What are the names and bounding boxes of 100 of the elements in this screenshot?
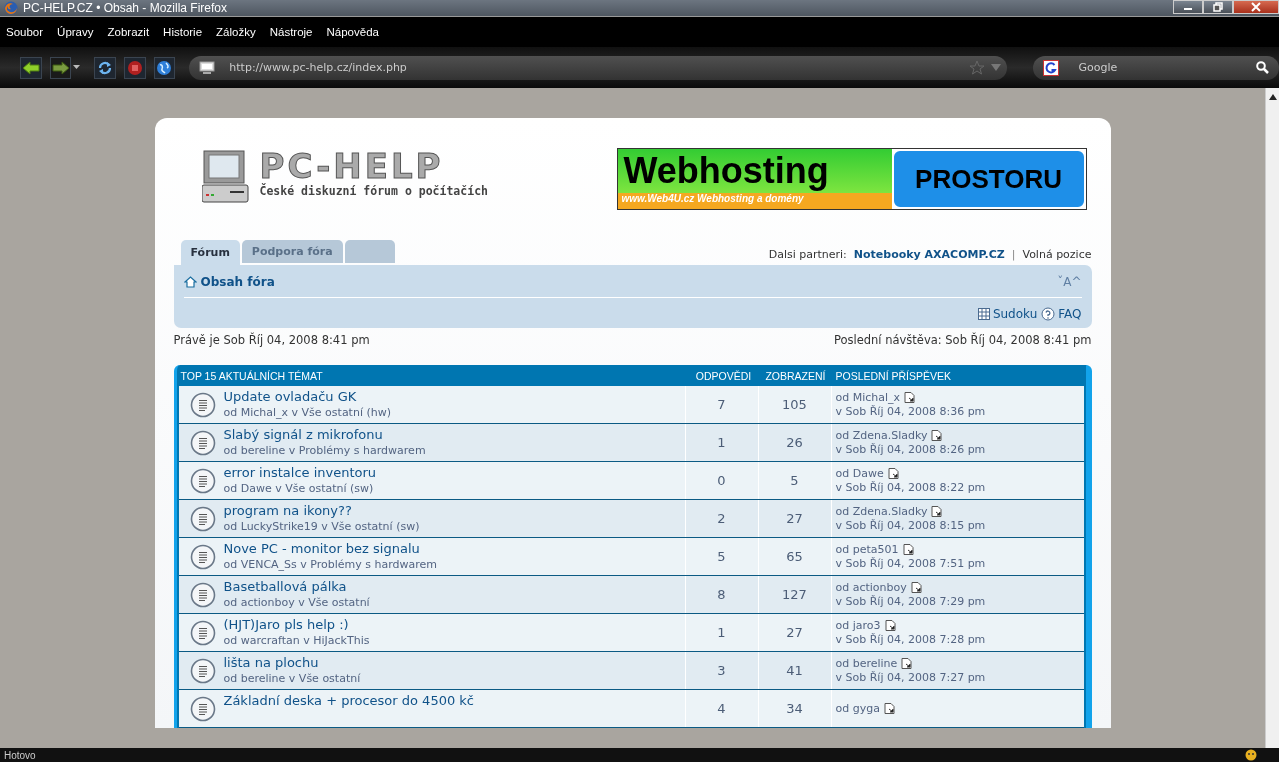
topic-link[interactable]: Slabý signál z mikrofonu <box>223 427 426 443</box>
scroll-up-icon[interactable] <box>1268 94 1277 100</box>
last-post-author: od Zdena.Sladky <box>835 504 928 519</box>
menu-item[interactable]: Úpravy <box>57 26 94 38</box>
topic-link[interactable]: Update ovladaču GK <box>223 389 391 405</box>
advertisement-banner[interactable]: Webhosting www.Web4U.cz Webhosting a domény PROSTORU <box>616 148 1087 210</box>
forward-button[interactable] <box>49 56 72 79</box>
home-icon <box>183 276 197 288</box>
topic-icon <box>189 429 216 456</box>
dropdown-icon[interactable] <box>990 64 1001 71</box>
topic-link[interactable]: Basetballová pálka <box>223 579 370 595</box>
view-post-icon[interactable] <box>931 430 943 441</box>
status-text: Hotovo <box>4 749 36 761</box>
page-icon <box>199 60 216 75</box>
view-post-icon[interactable] <box>884 620 896 631</box>
restore-button[interactable] <box>1203 0 1233 14</box>
scrollbar[interactable] <box>1265 88 1279 748</box>
last-post-time: v Sob Říj 04, 2008 7:29 pm <box>835 594 986 609</box>
table-cell: 65 <box>786 549 803 564</box>
back-button[interactable] <box>20 56 42 79</box>
column-header: POSLEDNÍ PŘÍSPĚVEK <box>834 369 953 382</box>
last-post-author: od Dawe <box>835 466 884 481</box>
table-cell: 41 <box>786 663 803 678</box>
topic-author: od LuckyStrike19 v Vše ostatní (sw) <box>223 519 420 534</box>
last-post-author: od gyga <box>835 701 880 716</box>
topic-author: od warcraftan v HiJackThis <box>223 633 370 648</box>
topic-link[interactable]: lišta na plochu <box>223 655 361 671</box>
minimize-button[interactable] <box>1173 0 1203 14</box>
table-cell: 0 <box>717 473 726 488</box>
partners-label: Dalsi partneri: <box>768 248 847 261</box>
close-button[interactable] <box>1233 0 1279 14</box>
menu-item[interactable]: Soubor <box>6 26 44 38</box>
view-post-icon[interactable] <box>910 582 922 593</box>
table-cell: 105 <box>782 397 807 412</box>
last-post-time: v Sob Říj 04, 2008 8:15 pm <box>835 518 986 533</box>
table-cell: 4 <box>717 701 726 716</box>
table-cell: 2 <box>717 511 726 526</box>
star-icon[interactable] <box>968 60 985 75</box>
column-header: ZOBRAZENÍ <box>764 369 827 382</box>
topic-link[interactable]: (HJT)Jaro pls help :) <box>223 617 370 633</box>
last-post-author: od Michal_x <box>835 390 901 405</box>
view-post-icon[interactable] <box>901 658 913 669</box>
last-post-author: od Zdena.Sladky <box>835 428 928 443</box>
google-icon[interactable] <box>1042 59 1059 76</box>
breadcrumb-link[interactable]: Obsah fóra <box>183 275 275 289</box>
topic-icon <box>189 657 216 684</box>
address-field[interactable]: http://www.pc-help.cz/index.php <box>189 55 1007 80</box>
home-button[interactable] <box>153 56 176 79</box>
table-cell: 1 <box>717 625 726 640</box>
topic-link[interactable]: Základní deska + procesor do 4500 kč <box>223 693 474 709</box>
nav-link[interactable]: Sudoku <box>977 304 1038 324</box>
topic-icon <box>189 505 216 532</box>
table-cell: 27 <box>786 625 803 640</box>
last-post-time: v Sob Říj 04, 2008 8:36 pm <box>835 404 986 419</box>
topic-icon <box>189 543 216 570</box>
tab[interactable]: Fórum <box>180 240 240 265</box>
table-cell: 34 <box>786 701 803 716</box>
search-icon[interactable] <box>1256 61 1269 74</box>
computer-icon <box>201 150 250 204</box>
reload-button[interactable] <box>94 56 116 79</box>
topic-icon <box>189 619 216 646</box>
nav-link[interactable]: FAQ <box>1041 304 1082 324</box>
last-post-author: od jaro3 <box>835 618 881 633</box>
view-post-icon[interactable] <box>904 392 916 403</box>
column-header: ODPOVĚDI <box>694 369 753 382</box>
view-post-icon[interactable] <box>887 468 899 479</box>
last-post-time: v Sob Říj 04, 2008 7:28 pm <box>835 632 986 647</box>
help-icon <box>1041 307 1056 321</box>
topic-author: od bereline v Vše ostatní <box>223 671 361 686</box>
current-time: Právě je Sob Říj 04, 2008 8:41 pm <box>173 333 370 347</box>
menu-item[interactable]: Nápověda <box>326 26 379 38</box>
column-header: TOP 15 AKTUÁLNÍCH TÉMAT <box>179 369 324 382</box>
partner-link[interactable]: Volná pozice <box>1022 248 1092 261</box>
menu-item[interactable]: Historie <box>163 26 203 38</box>
topic-link[interactable]: program na ikony?? <box>223 503 420 519</box>
logo-title: PC-HELP <box>259 148 444 184</box>
partner-link[interactable]: Notebooky AXACOMP.CZ <box>853 248 1005 261</box>
table-cell: 5 <box>790 473 799 488</box>
table-cell: 8 <box>717 587 726 602</box>
topic-link[interactable]: error instalce inventoru <box>223 465 377 481</box>
menu-item[interactable]: Záložky <box>216 26 256 38</box>
topic-icon <box>189 467 216 494</box>
menu-item[interactable]: Zobrazit <box>107 26 150 38</box>
menu-item[interactable]: Nástroje <box>269 26 313 38</box>
addon-icon[interactable] <box>1245 749 1257 761</box>
restore-icon <box>1212 2 1224 12</box>
close-icon <box>1250 2 1262 12</box>
topic-link[interactable]: Nove PC - monitor bez signalu <box>223 541 438 557</box>
table-cell: 127 <box>782 587 807 602</box>
caret-icon[interactable] <box>73 65 81 70</box>
stop-button[interactable] <box>123 56 146 79</box>
last-post-author: od peta501 <box>835 542 899 557</box>
search-field[interactable]: Google <box>1032 55 1279 80</box>
view-post-icon[interactable] <box>883 703 895 714</box>
table-cell: 3 <box>717 663 726 678</box>
table-cell: 5 <box>717 549 726 564</box>
view-post-icon[interactable] <box>902 544 914 555</box>
view-post-icon[interactable] <box>931 506 943 517</box>
last-post-author: od bereline <box>835 656 898 671</box>
table-cell: 7 <box>717 397 726 412</box>
